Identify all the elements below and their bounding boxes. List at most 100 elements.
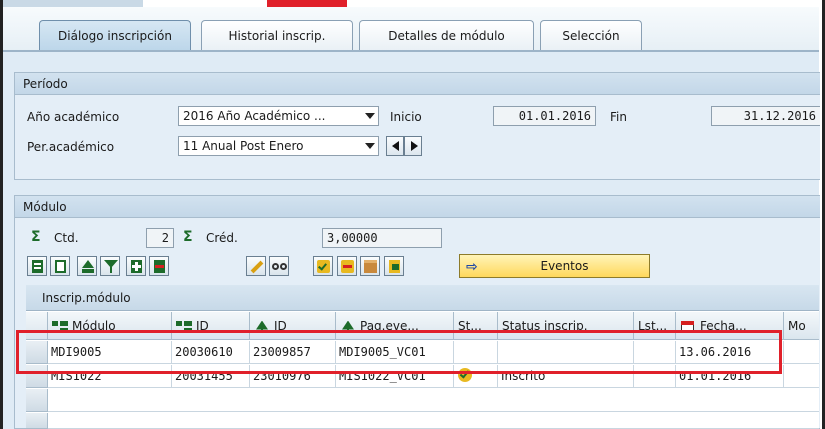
cell-mo[interactable] bbox=[784, 341, 819, 364]
cred-field[interactable]: 3,00000 bbox=[322, 228, 442, 248]
delete-row-icon[interactable] bbox=[149, 256, 169, 276]
arrow-left-icon bbox=[392, 141, 399, 151]
sigma-icon: Σ bbox=[31, 229, 41, 245]
row-selector[interactable] bbox=[26, 389, 48, 412]
document-arrow-icon[interactable] bbox=[384, 256, 404, 276]
fin-label: Fin bbox=[610, 110, 627, 124]
ctd-field[interactable]: 2 bbox=[146, 228, 174, 248]
filter-icon[interactable] bbox=[100, 256, 120, 276]
col-label: St... bbox=[458, 319, 482, 333]
tab-label: Historial inscrip. bbox=[228, 29, 326, 43]
cell-modulo[interactable]: MIS1022 bbox=[48, 365, 172, 388]
sigma-icon: Σ bbox=[183, 229, 193, 245]
cred-label: Créd. bbox=[206, 231, 238, 245]
eventos-label: Eventos bbox=[540, 259, 589, 273]
inicio-label: Inicio bbox=[390, 110, 422, 124]
cell-modulo[interactable]: MDI9005 bbox=[48, 341, 172, 364]
tab-dialogo-inscripcion[interactable]: Diálogo inscripción bbox=[39, 20, 191, 51]
cell-id2[interactable]: 23009857 bbox=[250, 341, 336, 364]
col-label: ID bbox=[196, 319, 209, 333]
tab-historial-inscrip[interactable]: Historial inscrip. bbox=[201, 20, 353, 51]
cell-st[interactable] bbox=[454, 341, 498, 364]
cell-id2[interactable]: 23010976 bbox=[250, 365, 336, 388]
periodo-group: Período bbox=[14, 72, 820, 180]
periodo-title: Período bbox=[15, 73, 820, 95]
package-icon[interactable] bbox=[360, 256, 380, 276]
col-label: Status inscrip. bbox=[502, 319, 588, 333]
col-label: Mo bbox=[788, 319, 806, 333]
col-label: Módulo bbox=[72, 319, 116, 333]
eventos-button[interactable]: ⇨ Eventos bbox=[459, 254, 650, 278]
tab-label: Selección bbox=[562, 29, 620, 43]
col-header-lst[interactable]: Lst... bbox=[634, 312, 676, 340]
tree-icon bbox=[254, 320, 270, 333]
col-header-mo[interactable]: Mo bbox=[784, 312, 819, 340]
col-header-fecha[interactable]: Fecha... bbox=[676, 312, 784, 340]
deselect-all-icon[interactable] bbox=[50, 256, 70, 276]
cell-id1[interactable]: 20030610 bbox=[172, 341, 250, 364]
col-header-st[interactable]: St... bbox=[454, 312, 498, 340]
col-header-status[interactable]: Status inscrip. bbox=[498, 312, 634, 340]
check-icon bbox=[458, 368, 472, 382]
fin-field[interactable]: 31.12.2016 bbox=[711, 106, 820, 126]
col-header-id2[interactable]: ID bbox=[250, 312, 336, 340]
tree-icon bbox=[340, 320, 356, 333]
empty-row[interactable] bbox=[48, 413, 819, 429]
per-label: Per.académico bbox=[27, 140, 115, 154]
modulo-title: Módulo bbox=[15, 196, 820, 218]
prev-button[interactable] bbox=[386, 136, 404, 156]
row-selector[interactable] bbox=[26, 341, 48, 364]
cell-mo[interactable] bbox=[784, 365, 819, 388]
row-selector[interactable] bbox=[26, 413, 48, 429]
cell-status[interactable] bbox=[498, 341, 634, 364]
cell-status[interactable]: Inscrito bbox=[498, 365, 634, 388]
pencil-icon[interactable] bbox=[246, 256, 266, 276]
cancel-icon[interactable] bbox=[337, 256, 357, 276]
chevron-down-icon bbox=[365, 113, 375, 119]
tab-seleccion[interactable]: Selección bbox=[540, 20, 642, 51]
select-all-rows-header[interactable] bbox=[26, 312, 48, 340]
select-all-icon[interactable] bbox=[27, 256, 47, 276]
check-icon[interactable] bbox=[313, 256, 333, 276]
anio-label: Año académico bbox=[27, 110, 120, 124]
glasses-icon[interactable] bbox=[269, 256, 289, 276]
cell-lst[interactable] bbox=[634, 365, 676, 388]
per-select[interactable]: 11 Anual Post Enero bbox=[178, 136, 379, 156]
table-title: Inscrip.módulo bbox=[26, 285, 819, 311]
row-selector[interactable] bbox=[26, 365, 48, 388]
col-header-modulo[interactable]: Módulo bbox=[48, 312, 172, 340]
tab-label: Diálogo inscripción bbox=[58, 29, 172, 43]
structure-icon bbox=[176, 320, 192, 333]
calendar-icon bbox=[680, 320, 696, 333]
cell-pag[interactable]: MIS1022_VC01 bbox=[336, 365, 454, 388]
add-row-icon[interactable] bbox=[126, 256, 146, 276]
next-button[interactable] bbox=[404, 136, 422, 156]
col-label: Fecha... bbox=[700, 319, 747, 333]
cell-id1[interactable]: 20031455 bbox=[172, 365, 250, 388]
cell-st[interactable] bbox=[454, 365, 498, 388]
inscrip-modulo-table: Inscrip.módulo Módulo ID ID Pag.eve... S… bbox=[26, 285, 819, 429]
cell-fecha[interactable]: 01.01.2016 bbox=[676, 365, 784, 388]
anio-select[interactable]: 2016 Año Académico ... bbox=[178, 106, 379, 126]
tab-label: Detalles de módulo bbox=[388, 29, 505, 43]
arrow-right-icon bbox=[411, 141, 418, 151]
anio-value: 2016 Año Académico ... bbox=[183, 109, 326, 123]
chevron-down-icon bbox=[365, 143, 375, 149]
col-label: ID bbox=[274, 319, 287, 333]
sort-ascending-icon[interactable] bbox=[77, 256, 97, 276]
col-label: Lst... bbox=[638, 319, 668, 333]
empty-row[interactable] bbox=[48, 389, 819, 412]
structure-icon bbox=[52, 320, 68, 333]
cell-fecha[interactable]: 13.06.2016 bbox=[676, 341, 784, 364]
col-header-id1[interactable]: ID bbox=[172, 312, 250, 340]
inicio-field[interactable]: 01.01.2016 bbox=[493, 106, 596, 126]
cell-pag[interactable]: MDI9005_VC01 bbox=[336, 341, 454, 364]
top-strip bbox=[3, 0, 820, 7]
cell-lst[interactable] bbox=[634, 341, 676, 364]
tab-bar: Diálogo inscripción Historial inscrip. D… bbox=[3, 7, 819, 51]
ctd-label: Ctd. bbox=[54, 231, 79, 245]
tab-detalles-modulo[interactable]: Detalles de módulo bbox=[359, 20, 534, 51]
col-header-pag[interactable]: Pag.eve... bbox=[336, 312, 454, 340]
col-label: Pag.eve... bbox=[360, 319, 419, 333]
per-value: 11 Anual Post Enero bbox=[183, 139, 304, 153]
